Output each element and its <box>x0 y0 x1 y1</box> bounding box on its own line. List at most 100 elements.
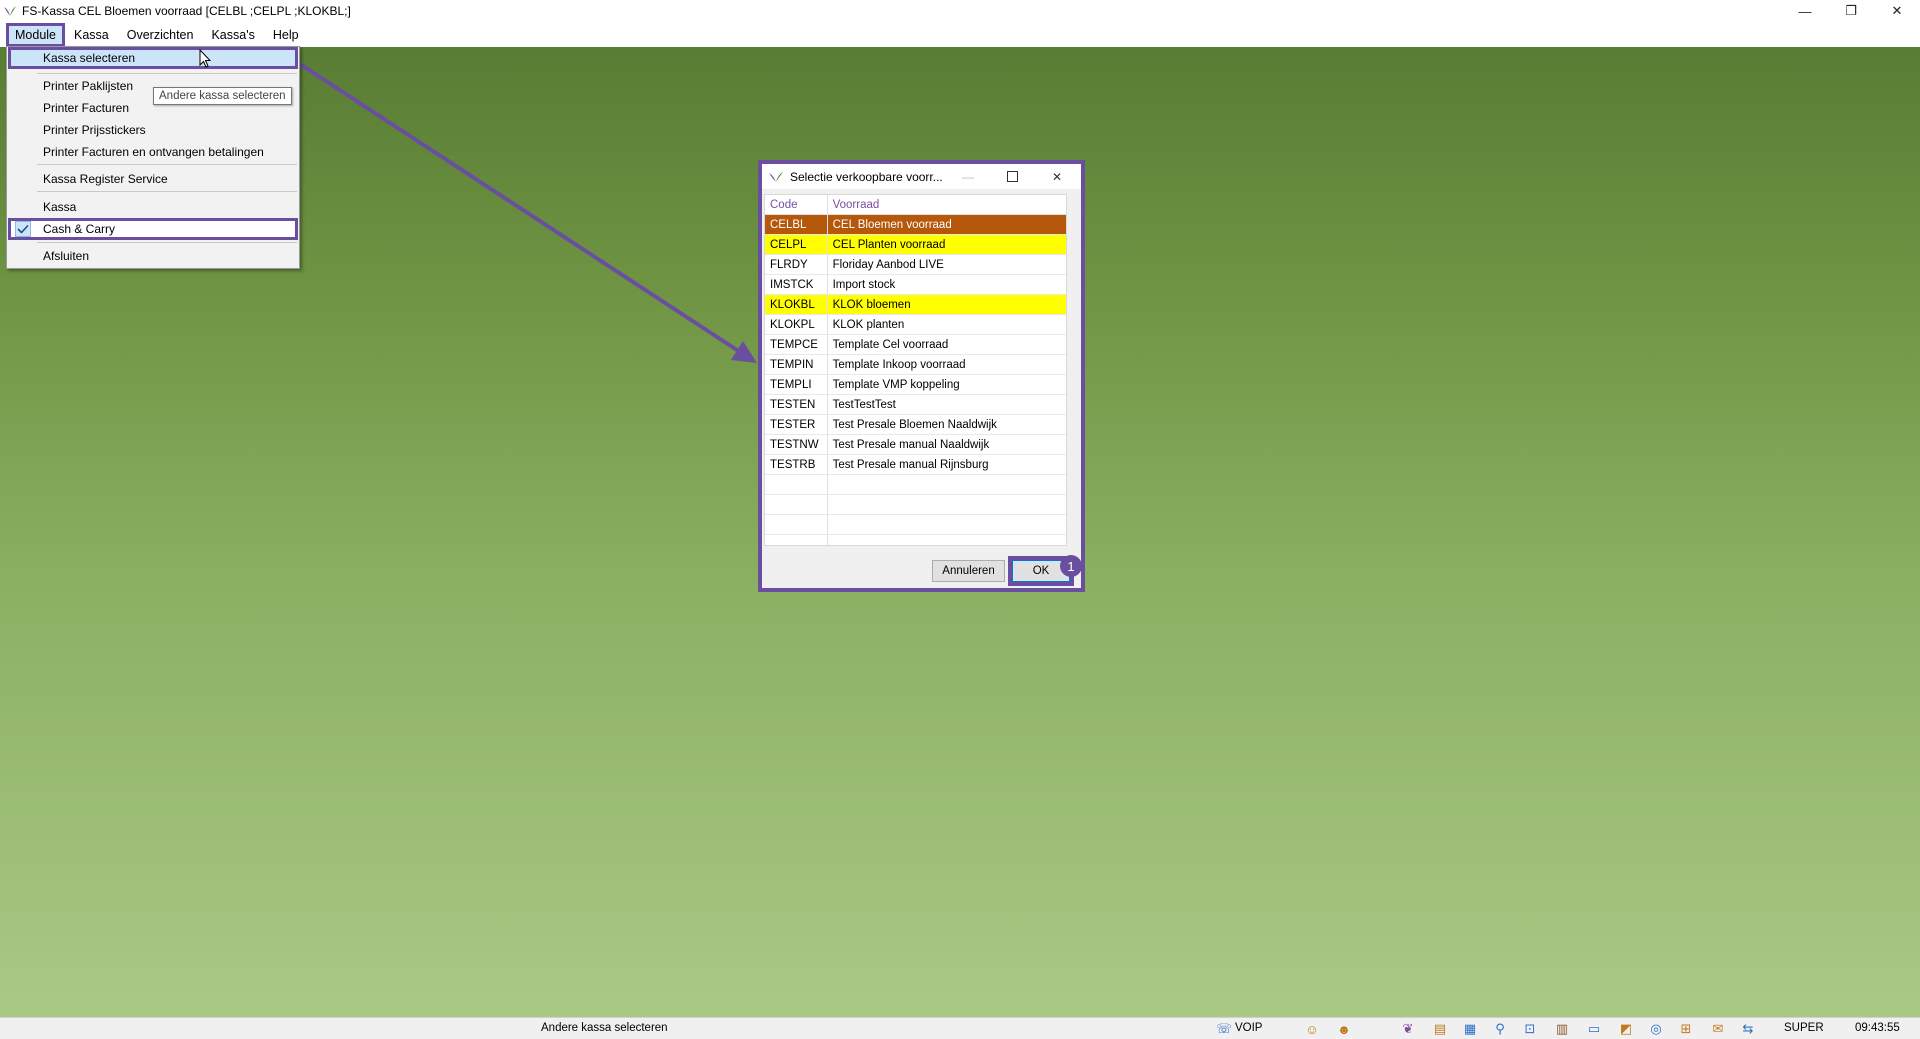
dialog-title: Selectie verkoopbare voorr... <box>790 169 943 184</box>
cell-code: TEMPCE <box>765 335 828 354</box>
title-bar: FS-Kassa CEL Bloemen voorraad [CELBL ;CE… <box>0 0 1920 22</box>
menu-separator <box>37 191 297 192</box>
cell-code <box>765 535 828 545</box>
grid-header: Code Voorraad <box>765 195 1066 215</box>
menu-module[interactable]: Module <box>6 22 65 47</box>
menu-kassas[interactable]: Kassa's <box>204 25 261 45</box>
cell-voorraad: Import stock <box>832 278 896 291</box>
cell-voorraad: Test Presale manual Naaldwijk <box>832 438 990 451</box>
empty-row <box>765 535 1066 545</box>
user-settings-icon[interactable]: ☻ <box>1336 1021 1352 1037</box>
document-icon[interactable]: ▤ <box>1432 1021 1448 1037</box>
table-row[interactable]: CELBL CEL Bloemen voorraad <box>765 215 1066 235</box>
table-row[interactable]: TEMPIN Template Inkoop voorraad <box>765 355 1066 375</box>
cell-voorraad: Test Presale manual Rijnsburg <box>832 458 989 471</box>
cell-voorraad <box>828 475 1066 494</box>
maximize-icon <box>1006 171 1018 182</box>
status-bar: Andere kassa selecteren ☏ VOIP ☺ ☻ ❦ ▤ ▦… <box>0 1017 1920 1039</box>
column-header-voorraad[interactable]: Voorraad <box>828 195 1066 214</box>
table-row[interactable]: TEMPLI Template VMP koppeling <box>765 375 1066 395</box>
menu-item-kassa-selecteren[interactable]: Kassa selecteren <box>8 47 298 69</box>
empty-row <box>765 495 1066 515</box>
tooltip: Andere kassa selecteren <box>153 87 292 105</box>
menu-separator <box>37 242 297 243</box>
chat-icon[interactable]: ◎ <box>1648 1021 1664 1037</box>
menu-kassa[interactable]: Kassa <box>67 25 116 45</box>
selection-dialog: Selectie verkoopbare voorr... — ✕ Code V… <box>758 160 1085 592</box>
minimize-button[interactable]: — <box>1782 0 1828 22</box>
menu-item-kassa[interactable]: Kassa <box>9 197 297 217</box>
voip-label: VOIP <box>1235 1022 1263 1034</box>
table-row[interactable]: IMSTCK Import stock <box>765 275 1066 295</box>
barcode-icon[interactable]: ▥ <box>1554 1021 1570 1037</box>
phone-icon[interactable]: ☏ <box>1216 1021 1232 1037</box>
menu-overzichten[interactable]: Overzichten <box>120 25 201 45</box>
menu-separator <box>37 73 297 74</box>
cell-voorraad: Template Cel voorraad <box>832 338 949 351</box>
cell-voorraad: Floriday Aanbod LIVE <box>832 258 944 271</box>
close-button[interactable]: ✕ <box>1035 164 1079 189</box>
cell-code <box>765 475 828 494</box>
cell-voorraad: KLOK bloemen <box>832 298 911 311</box>
table-row[interactable]: TESTNW Test Presale manual Naaldwijk <box>765 435 1066 455</box>
cell-voorraad <box>828 535 1066 545</box>
column-header-code[interactable]: Code <box>765 195 828 214</box>
app-logo-icon <box>769 171 783 182</box>
app-logo-icon[interactable]: ❦ <box>1400 1021 1416 1037</box>
close-button[interactable]: ✕ <box>1874 0 1920 22</box>
cell-code: FLRDY <box>765 255 828 274</box>
cell-code: TESTER <box>765 415 828 434</box>
monitor-icon[interactable]: ▭ <box>1586 1021 1602 1037</box>
cell-voorraad: TestTestTest <box>832 398 896 411</box>
cell-code: KLOKPL <box>765 315 828 334</box>
dialog-title-bar: Selectie verkoopbare voorr... — ✕ <box>762 164 1081 189</box>
cell-voorraad: KLOK planten <box>832 318 905 331</box>
transfer-icon[interactable]: ⇆ <box>1740 1021 1756 1037</box>
screenshot-icon[interactable]: ⊡ <box>1522 1021 1538 1037</box>
cell-code: KLOKBL <box>765 295 828 314</box>
cell-code: TEMPLI <box>765 375 828 394</box>
network-icon[interactable]: ⊞ <box>1678 1021 1694 1037</box>
table-row[interactable]: TESTRB Test Presale manual Rijnsburg <box>765 455 1066 475</box>
menu-item-printer-facturen-betalingen[interactable]: Printer Facturen en ontvangen betalingen <box>9 142 297 162</box>
cell-voorraad <box>828 495 1066 514</box>
empty-row <box>765 515 1066 535</box>
table-row[interactable]: TEMPCE Template Cel voorraad <box>765 335 1066 355</box>
restore-button[interactable]: ❐ <box>1828 0 1874 22</box>
status-message: Andere kassa selecteren <box>541 1022 668 1034</box>
menu-bar: Module Kassa Overzichten Kassa's Help <box>0 22 1920 47</box>
grid-body: CELBL CEL Bloemen voorraad CELPL CEL Plante… <box>765 215 1066 545</box>
menu-item-afsluiten[interactable]: Afsluiten <box>9 246 297 266</box>
cell-code: TESTNW <box>765 435 828 454</box>
user-icon[interactable]: ☺ <box>1304 1021 1320 1037</box>
cell-code: TESTEN <box>765 395 828 414</box>
step-badge: 1 <box>1060 555 1082 577</box>
menu-item-kassa-register-service[interactable]: Kassa Register Service <box>9 169 297 189</box>
cell-code: TEMPIN <box>765 355 828 374</box>
search-icon[interactable]: ⚲ <box>1492 1021 1508 1037</box>
clock: 09:43:55 <box>1855 1022 1900 1034</box>
table-row[interactable]: TESTEN TestTestTest <box>765 395 1066 415</box>
table-row[interactable]: TESTER Test Presale Bloemen Naaldwijk <box>765 415 1066 435</box>
cell-voorraad: Template Inkoop voorraad <box>832 358 966 371</box>
cell-code: IMSTCK <box>765 275 828 294</box>
table-row[interactable]: KLOKPL KLOK planten <box>765 315 1066 335</box>
minimize-button[interactable]: — <box>946 164 990 189</box>
cancel-button[interactable]: Annuleren <box>932 560 1005 582</box>
table-row[interactable]: FLRDY Floriday Aanbod LIVE <box>765 255 1066 275</box>
cell-voorraad: Template VMP koppeling <box>832 378 960 391</box>
chart-icon[interactable]: ◩ <box>1618 1021 1634 1037</box>
menu-item-cash-carry[interactable]: Cash & Carry <box>8 218 298 240</box>
menu-item-printer-prijsstickers[interactable]: Printer Prijsstickers <box>9 120 297 140</box>
cell-voorraad: CEL Planten voorraad <box>832 238 946 251</box>
voorraad-grid: Code Voorraad CELBL CEL Bloemen voorraad C… <box>764 194 1067 546</box>
mail-icon[interactable]: ✉ <box>1710 1021 1726 1037</box>
menu-help[interactable]: Help <box>266 25 306 45</box>
menu-separator <box>37 164 297 165</box>
checkmark-icon <box>15 221 31 237</box>
cell-voorraad: Test Presale Bloemen Naaldwijk <box>832 418 997 431</box>
grid-icon[interactable]: ▦ <box>1462 1021 1478 1037</box>
table-row[interactable]: CELPL CEL Planten voorraad <box>765 235 1066 255</box>
maximize-button[interactable] <box>990 164 1034 189</box>
table-row[interactable]: KLOKBL KLOK bloemen <box>765 295 1066 315</box>
